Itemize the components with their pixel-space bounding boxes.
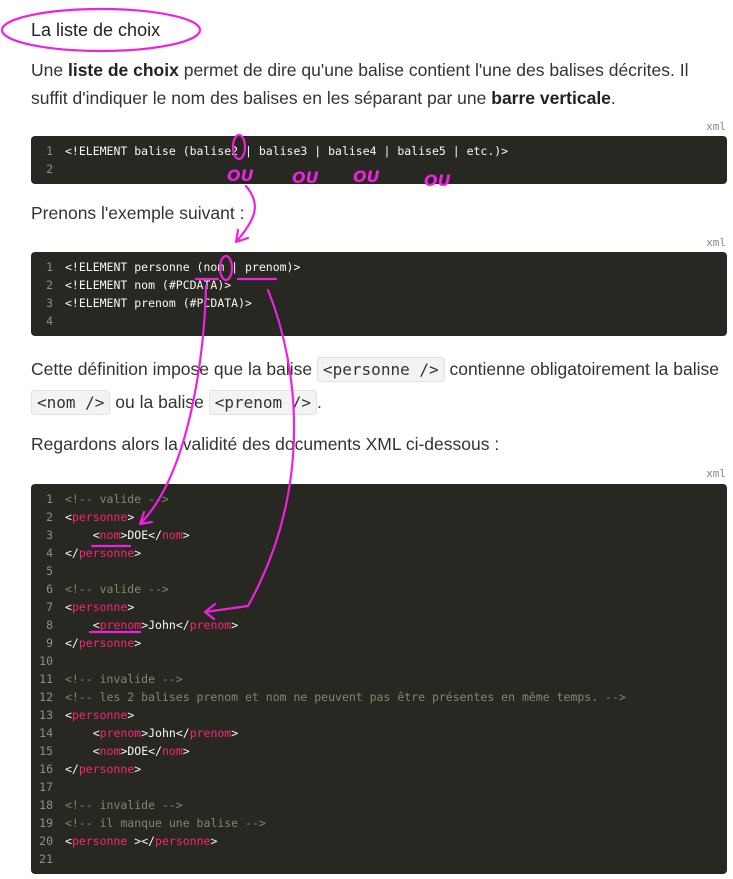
line-number: 18 <box>39 798 53 812</box>
code-line: 1 <!-- valide --> <box>31 490 727 508</box>
line-text: <!-- valide --> <box>65 492 169 506</box>
line-number: 7 <box>46 600 53 614</box>
example-intro: Prenons l'exemple suivant : <box>31 203 245 223</box>
line-number: 21 <box>39 852 53 866</box>
section-heading: La liste de choix <box>31 20 161 40</box>
line-number: 1 <box>46 144 53 158</box>
line-text: <prenom>John</prenom> <box>92 618 239 632</box>
code-block-dtd: 1 <!ELEMENT personne (nom | prenom)> 2 <!EL… <box>31 252 727 336</box>
code-line: 18 <!-- invalide --> <box>31 796 727 814</box>
code-line: 17 <box>31 778 727 796</box>
line-text: <personne> <box>65 510 135 524</box>
line-number: 2 <box>46 162 53 176</box>
line-number: 3 <box>46 528 53 542</box>
code-line: 1 <!ELEMENT balise (balise2 | balise3 | b… <box>31 142 727 160</box>
line-number: 1 <box>46 260 53 274</box>
line-number: 8 <box>46 618 53 632</box>
inline-code-personne: <personne /> <box>317 357 445 382</box>
code-line: 7 <personne> <box>31 598 727 616</box>
line-number: 6 <box>46 582 53 596</box>
code-block-xml-examples: 1 <!-- valide --> 2 <personne> 3 <nom>DOE</n… <box>31 484 727 874</box>
code-line: 4 </personne> <box>31 544 727 562</box>
line-text: <!-- invalide --> <box>65 672 183 686</box>
line-text: <!-- invalide --> <box>65 798 183 812</box>
definition-paragraph: Cette définition impose que la balise <p… <box>31 353 721 419</box>
line-number: 4 <box>46 546 53 560</box>
line-number: 16 <box>39 762 53 776</box>
code-line: 8 <prenom>John</prenom> <box>31 616 727 634</box>
line-number: 19 <box>39 816 53 830</box>
code-line: 10 <box>31 652 727 670</box>
code-line: 2 <box>31 160 727 178</box>
line-text: </personne> <box>65 636 142 650</box>
code-line: 16 </personne> <box>31 760 727 778</box>
line-number: 13 <box>39 708 53 722</box>
code-line: 11 <!-- invalide --> <box>31 670 727 688</box>
line-number: 9 <box>46 636 53 650</box>
code-line: 4 <box>31 312 727 330</box>
code-line: 3 <nom>DOE</nom> <box>31 526 727 544</box>
line-text: <!ELEMENT prenom (#PCDATA)> <box>65 296 252 310</box>
code-lang-label: xml <box>706 467 726 480</box>
line-number: 2 <box>46 278 53 292</box>
inline-code-nom: <nom /> <box>31 390 111 415</box>
code-line: 2 <!ELEMENT nom (#PCDATA)> <box>31 276 727 294</box>
line-text: <nom>DOE</nom> <box>92 744 190 758</box>
code-line: 6 <!-- valide --> <box>31 580 727 598</box>
line-number: 2 <box>46 510 53 524</box>
line-number: 15 <box>39 744 53 758</box>
code-line: 12 <!-- les 2 balises prenom et nom ne pe… <box>31 688 727 706</box>
line-text: <!-- les 2 balises prenom et nom ne peuv… <box>65 690 626 704</box>
line-text: <!ELEMENT personne (nom | prenom)> <box>65 260 301 274</box>
line-text: <personne> <box>65 600 135 614</box>
validity-intro: Regardons alors la validité des document… <box>31 434 500 454</box>
line-text: <nom>DOE</nom> <box>92 528 190 542</box>
inline-code-prenom: <prenom /> <box>208 390 318 415</box>
code-line: 1 <!ELEMENT personne (nom | prenom)> <box>31 258 727 276</box>
code-line: 21 <box>31 850 727 868</box>
code-line: 14 <prenom>John</prenom> <box>31 724 727 742</box>
line-text: <!ELEMENT balise (balise2 | balise3 | ba… <box>65 144 509 158</box>
line-text: </personne> <box>65 762 142 776</box>
code-lang-label: xml <box>706 236 726 249</box>
line-number: 11 <box>39 672 53 686</box>
line-text: <!ELEMENT nom (#PCDATA)> <box>65 278 232 292</box>
code-line: 2 <personne> <box>31 508 727 526</box>
line-text: <personne ></personne> <box>65 834 218 848</box>
line-text: <personne> <box>65 708 135 722</box>
line-text: <!-- valide --> <box>65 582 169 596</box>
line-text: </personne> <box>65 546 142 560</box>
line-number: 14 <box>39 726 53 740</box>
code-block-syntax: 1 <!ELEMENT balise (balise2 | balise3 | b… <box>31 136 727 184</box>
line-number: 12 <box>39 690 53 704</box>
line-number: 3 <box>46 296 53 310</box>
code-line: 9 </personne> <box>31 634 727 652</box>
line-number: 20 <box>39 834 53 848</box>
intro-paragraph: Une liste de choix permet de dire qu'une… <box>31 60 689 108</box>
code-line: 5 <box>31 562 727 580</box>
line-text: <!-- il manque une balise --> <box>65 816 266 830</box>
code-line: 20 <personne ></personne> <box>31 832 727 850</box>
code-line: 3 <!ELEMENT prenom (#PCDATA)> <box>31 294 727 312</box>
code-line: 15 <nom>DOE</nom> <box>31 742 727 760</box>
code-line: 13 <personne> <box>31 706 727 724</box>
code-lang-label: xml <box>706 120 726 133</box>
code-line: 19 <!-- il manque une balise --> <box>31 814 727 832</box>
line-number: 17 <box>39 780 53 794</box>
line-number: 10 <box>39 654 53 668</box>
line-text: <prenom>John</prenom> <box>92 726 239 740</box>
line-number: 1 <box>46 492 53 506</box>
line-number: 4 <box>46 314 53 328</box>
line-number: 5 <box>46 564 53 578</box>
